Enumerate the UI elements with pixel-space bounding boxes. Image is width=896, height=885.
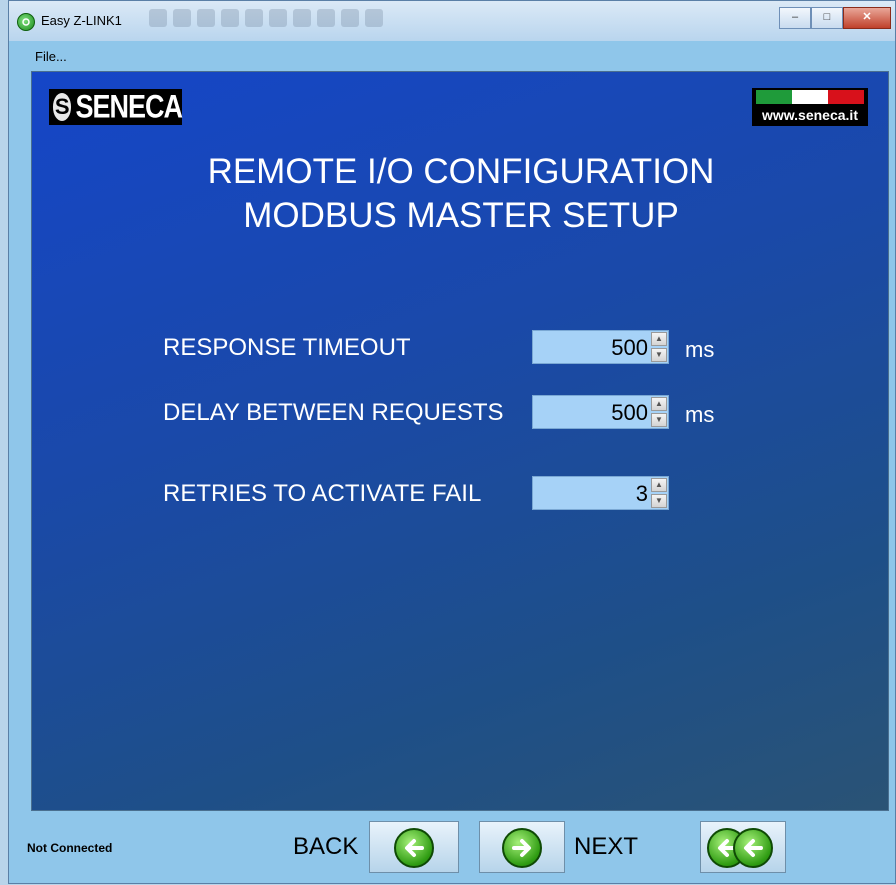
response-timeout-input[interactable]: 500 ▲ ▼ [532, 330, 669, 364]
next-button[interactable] [479, 821, 565, 873]
retries-to-activate-fail-spinner: ▲ ▼ [651, 478, 667, 508]
connection-status: Not Connected [27, 841, 113, 855]
title-bar: Easy Z-LINK1 – □ ✕ [9, 1, 895, 42]
page-title: REMOTE I/O CONFIGURATION [207, 152, 715, 191]
spin-up-icon[interactable]: ▲ [651, 478, 667, 492]
delay-between-requests-unit: ms [685, 402, 715, 427]
window-controls: – □ ✕ [779, 7, 891, 29]
seneca-logo-text: SENECA [75, 88, 183, 125]
seneca-logo-mark: S [53, 93, 72, 121]
back-label: BACK [293, 833, 359, 860]
spin-down-icon[interactable]: ▼ [651, 494, 667, 508]
window-title: Easy Z-LINK1 [41, 13, 122, 28]
italian-flag [756, 90, 864, 104]
delay-between-requests-value: 500 [611, 400, 648, 425]
spin-up-icon[interactable]: ▲ [651, 332, 667, 346]
minimize-icon[interactable]: – [779, 7, 811, 29]
status-bar: Not Connected BACK NEXT [9, 813, 895, 885]
response-timeout-spinner: ▲ ▼ [651, 332, 667, 362]
next-label: NEXT [574, 833, 639, 860]
spin-up-icon[interactable]: ▲ [651, 397, 667, 411]
response-timeout-value: 500 [611, 335, 648, 360]
app-icon [17, 13, 35, 31]
response-timeout-unit: ms [685, 337, 715, 362]
retries-to-activate-fail-input[interactable]: 3 ▲ ▼ [532, 476, 669, 510]
spin-down-icon[interactable]: ▼ [651, 348, 667, 362]
maximize-icon[interactable]: □ [811, 7, 843, 29]
response-timeout-label: RESPONSE TIMEOUT [163, 334, 411, 361]
spin-down-icon[interactable]: ▼ [651, 413, 667, 427]
app-window: Easy Z-LINK1 – □ ✕ File... S SENECA www.… [8, 0, 896, 884]
delay-between-requests-label: DELAY BETWEEN REQUESTS [163, 399, 504, 426]
retries-to-activate-fail-label: RETRIES TO ACTIVATE FAIL [163, 480, 482, 507]
next-arrow-icon [502, 828, 542, 868]
page-subtitle: MODBUS MASTER SETUP [243, 196, 679, 235]
menu-bar [9, 41, 895, 67]
config-panel: S SENECA www.seneca.it REMOTE I/O CONFIG… [31, 71, 889, 811]
home-double-back-icon-second [733, 828, 773, 868]
website-text: www.seneca.it [762, 107, 858, 123]
website-logo: www.seneca.it [752, 88, 868, 126]
background-toolbar [149, 9, 759, 31]
delay-between-requests-input[interactable]: 500 ▲ ▼ [532, 395, 669, 429]
menu-file[interactable]: File... [35, 49, 67, 64]
back-arrow-icon [394, 828, 434, 868]
seneca-logo: S SENECA [49, 88, 183, 125]
back-button[interactable] [369, 821, 459, 873]
home-button[interactable] [700, 821, 786, 873]
retries-to-activate-fail-value: 3 [635, 481, 648, 506]
delay-between-requests-spinner: ▲ ▼ [651, 397, 667, 427]
close-icon[interactable]: ✕ [843, 7, 891, 29]
